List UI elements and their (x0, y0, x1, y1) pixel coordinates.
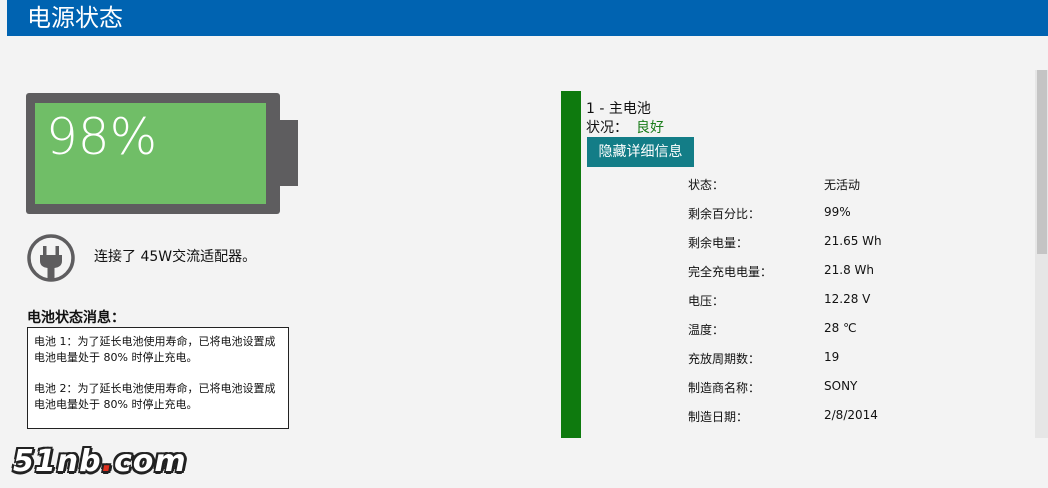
battery-body: 98% (26, 93, 280, 214)
detail-label: 剩余百分比： (688, 207, 761, 221)
detail-label: 状态： (688, 178, 725, 192)
adapter-status-text: 连接了 45W交流适配器。 (94, 249, 257, 265)
battery-messages-heading: 电池状态消息： (27, 310, 125, 326)
detail-value: 2/8/2014 (824, 408, 878, 422)
site-watermark-logo: 51nb.com (13, 444, 187, 479)
battery-graphic: 98% (26, 93, 298, 214)
hide-details-button[interactable]: 隐藏详细信息 (587, 137, 694, 167)
detail-value: 99% (824, 205, 851, 219)
scrollbar-thumb[interactable] (1037, 70, 1047, 254)
condition-value: 良好 (636, 120, 664, 136)
battery-messages-box: 电池 1：为了延长电池使用寿命，已将电池设置成电池电量处于 80% 时停止充电。… (27, 327, 289, 429)
detail-label: 电压： (688, 294, 725, 308)
detail-label: 剩余电量： (688, 236, 749, 250)
watermark-text-end: com (114, 444, 187, 479)
detail-value: 28 ℃ (824, 321, 857, 335)
detail-value: 无活动 (824, 178, 861, 192)
detail-label: 温度： (688, 323, 725, 337)
detail-value: 21.8 Wh (824, 263, 875, 277)
battery-name: 1 - 主电池 (586, 101, 651, 117)
title-bar: 电源状态 (7, 0, 1048, 36)
detail-value: SONY (824, 379, 858, 393)
vertical-scrollbar[interactable] (1035, 70, 1048, 438)
watermark-text-main: 51nb (13, 444, 102, 479)
window-title: 电源状态 (27, 4, 123, 32)
battery-status-bar (561, 91, 581, 438)
detail-label: 充放周期数： (688, 352, 761, 366)
battery-message-1: 电池 1：为了延长电池使用寿命，已将电池设置成电池电量处于 80% 时停止充电。 (34, 335, 276, 364)
battery-percent-label: 98% (46, 108, 158, 166)
detail-value: 21.65 Wh (824, 234, 882, 248)
detail-value: 12.28 V (824, 292, 871, 306)
detail-label: 制造日期： (688, 410, 749, 424)
detail-label: 制造商名称： (688, 381, 761, 395)
detail-value: 19 (824, 350, 840, 364)
watermark-dot: . (101, 444, 114, 479)
detail-label: 完全充电电量： (688, 265, 773, 279)
condition-label: 状况： (586, 120, 628, 136)
power-plug-icon (26, 233, 76, 283)
battery-message-2: 电池 2：为了延长电池使用寿命，已将电池设置成电池电量处于 80% 时停止充电。 (34, 382, 276, 411)
battery-condition: 状况： 良好 (586, 117, 664, 137)
battery-terminal (280, 120, 298, 186)
